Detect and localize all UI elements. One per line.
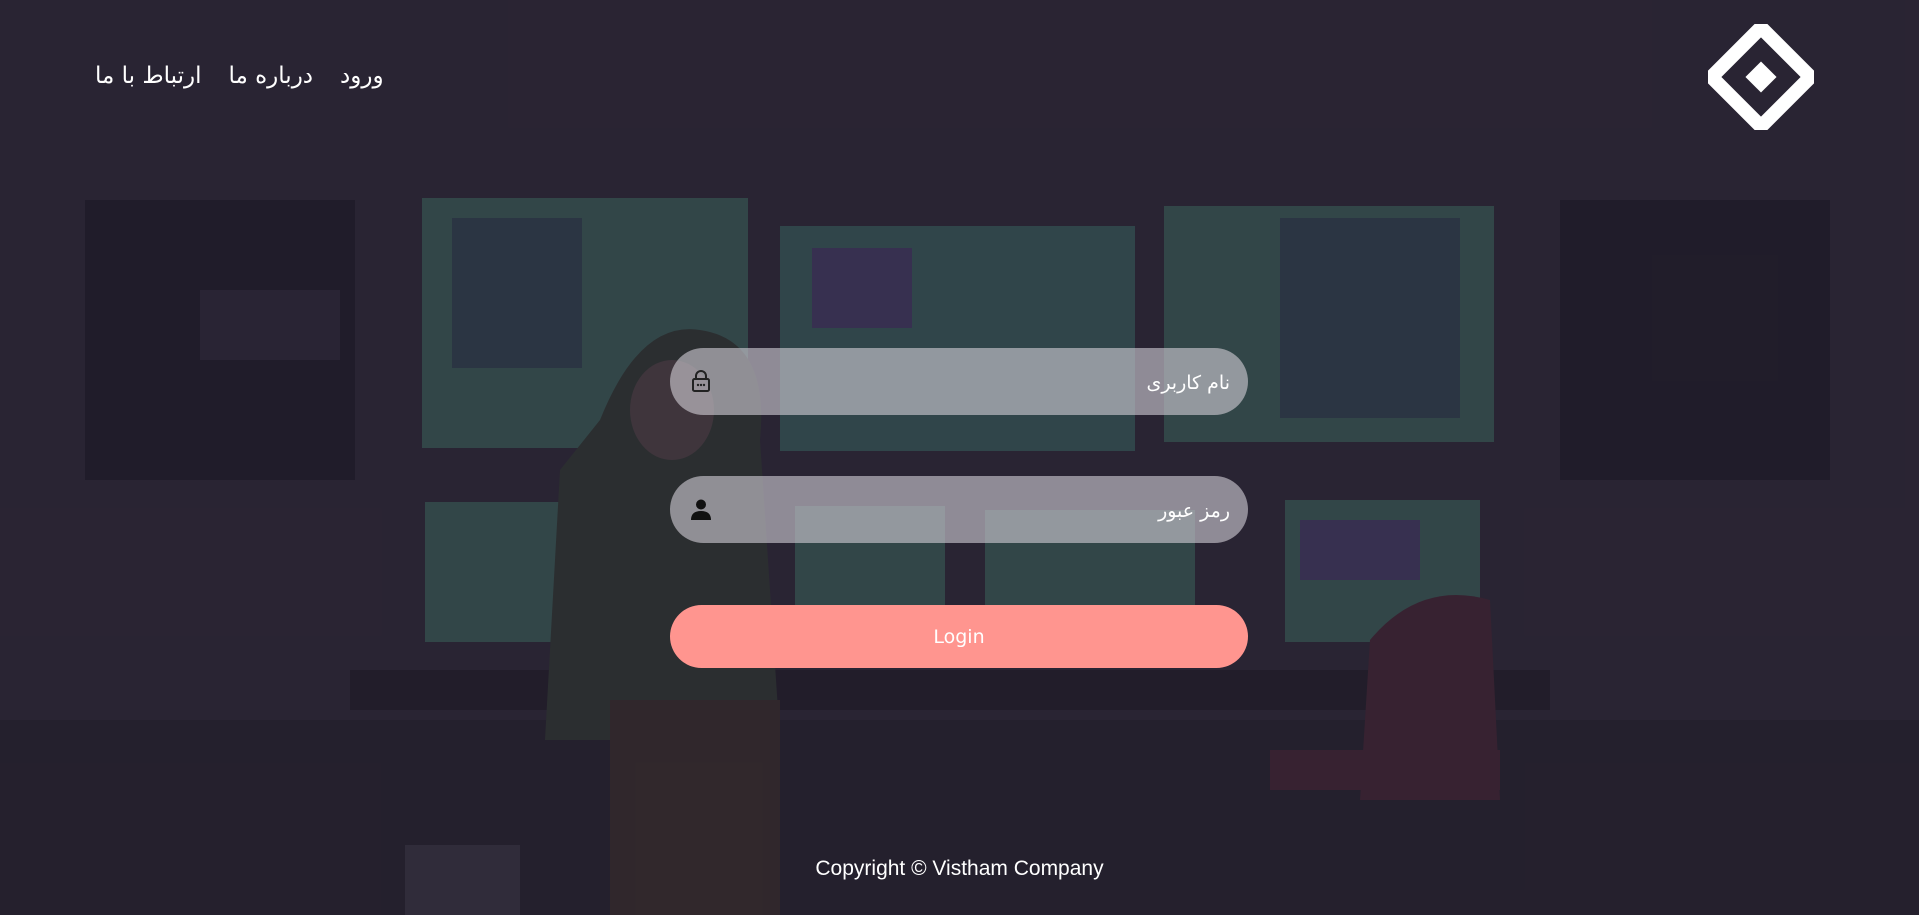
nav-login[interactable]: ورود (340, 62, 384, 90)
background-overlay (0, 0, 1919, 915)
username-input[interactable] (730, 348, 1232, 417)
password-input[interactable] (730, 476, 1232, 545)
top-nav: ارتباط با ما درباره ما ورود (95, 62, 384, 90)
user-icon (691, 499, 711, 520)
nav-about-us[interactable]: درباره ما (228, 62, 313, 90)
login-button[interactable]: Login (670, 605, 1248, 668)
copyright-text: Copyright © Vistham Company (815, 857, 1104, 880)
nav-contact-us[interactable]: ارتباط با ما (95, 62, 201, 90)
username-field (670, 348, 1248, 417)
diamond-logo-icon[interactable] (1708, 24, 1814, 130)
lock-icon (692, 370, 710, 392)
password-field (670, 476, 1248, 545)
